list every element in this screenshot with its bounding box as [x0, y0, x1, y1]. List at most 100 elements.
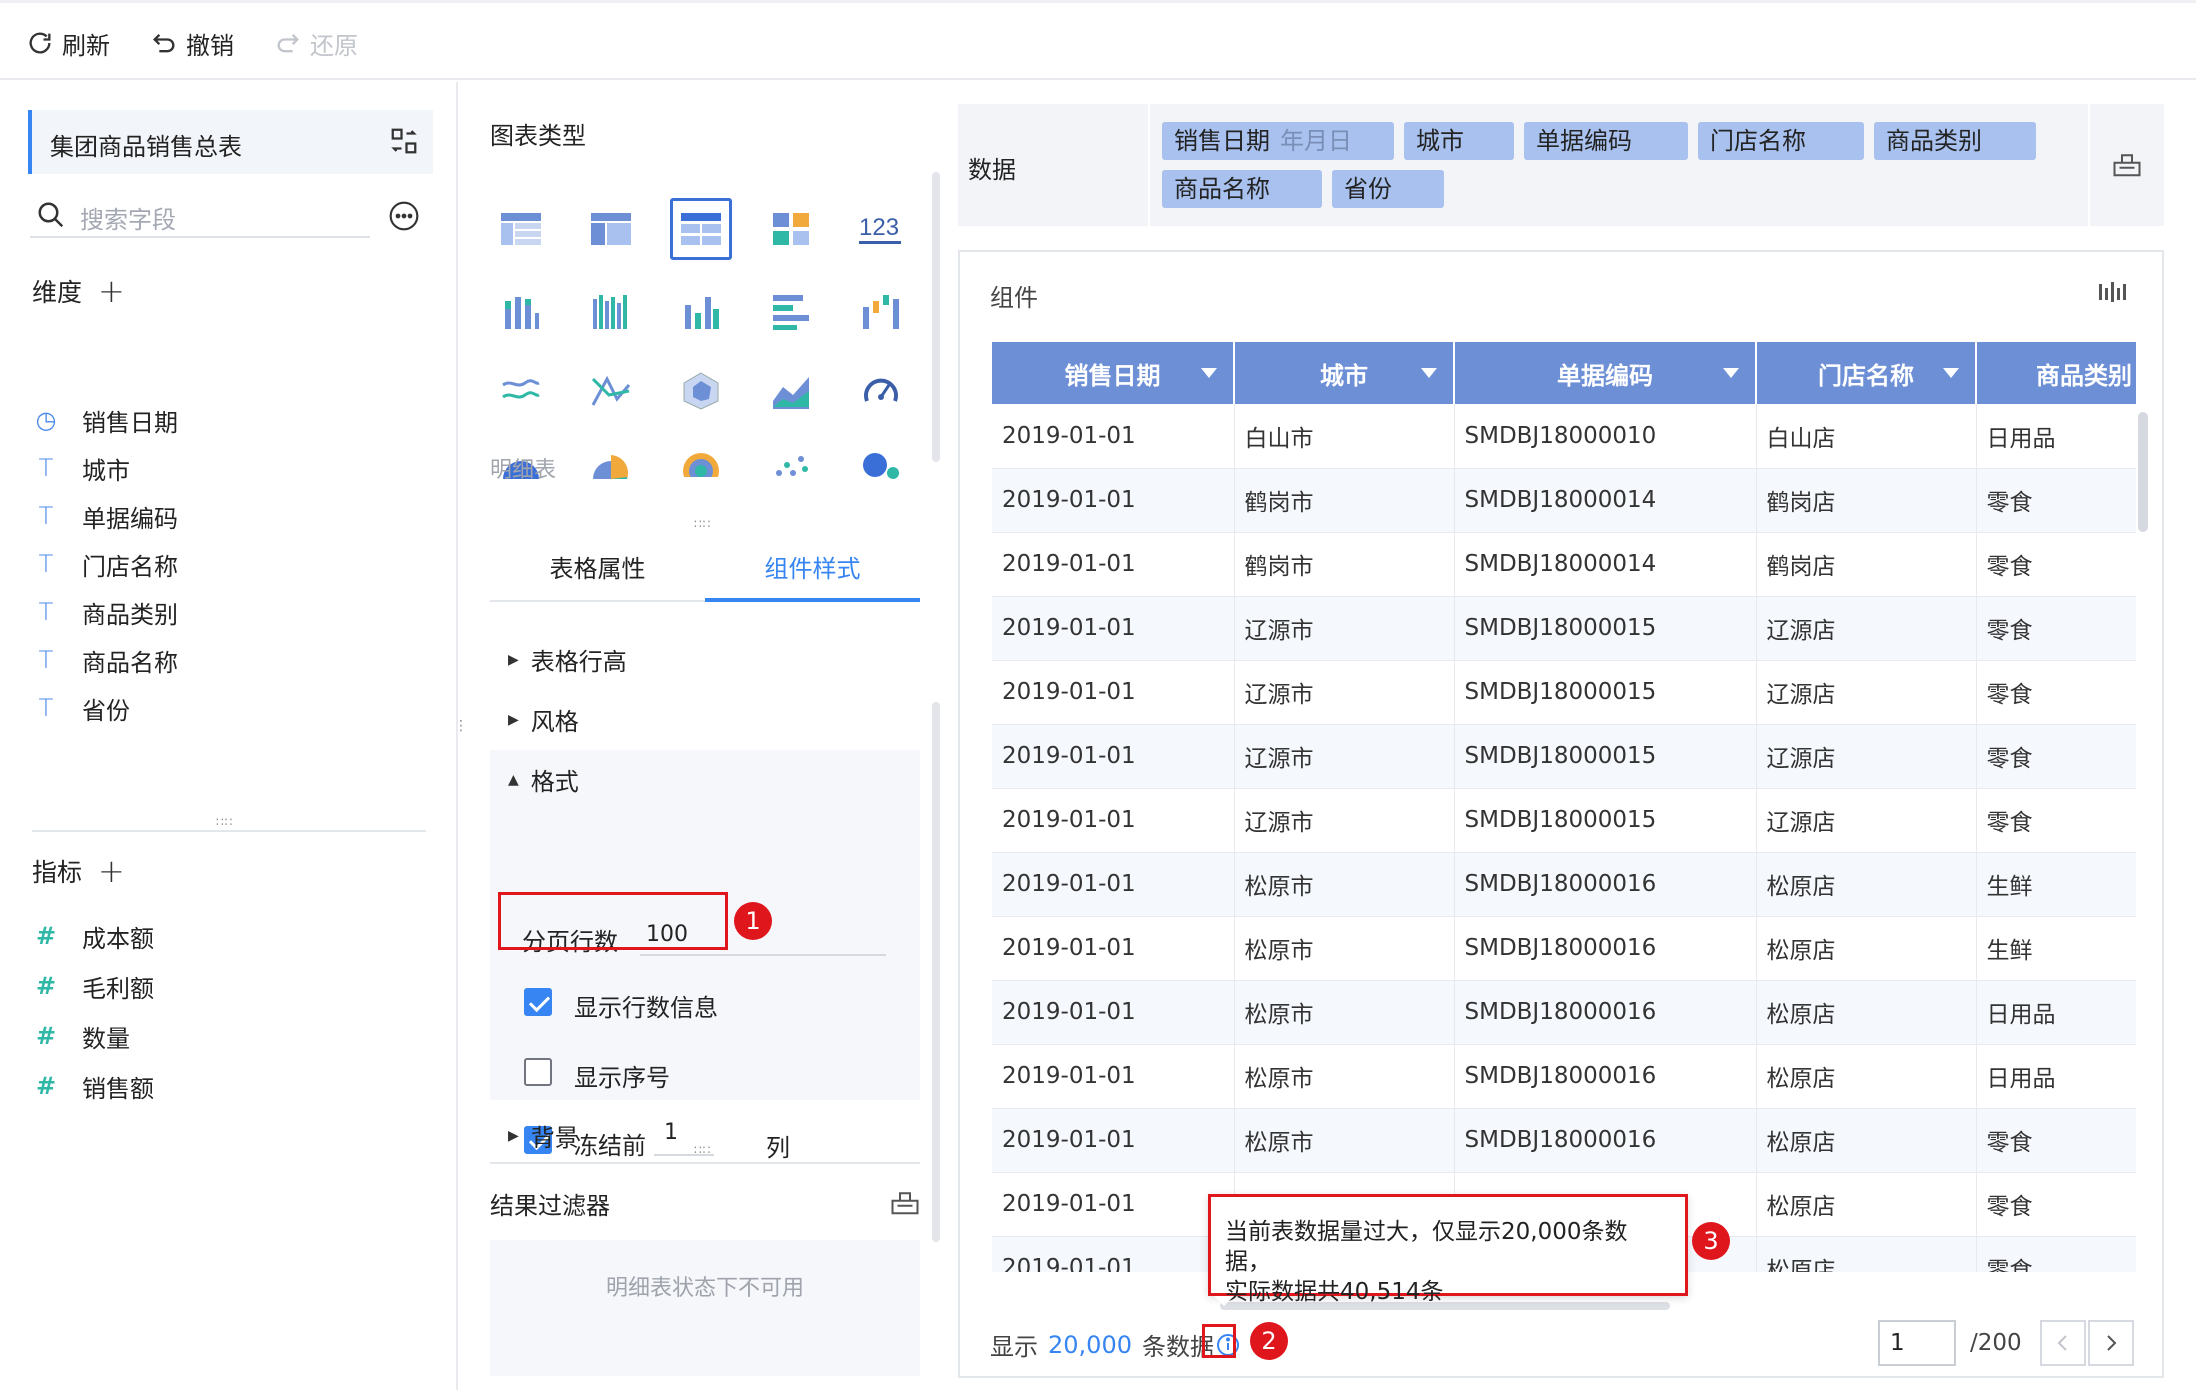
- measure-title: 指标: [32, 858, 83, 887]
- tab-table-properties[interactable]: 表格属性: [490, 540, 705, 602]
- sort-dropdown-icon[interactable]: [1723, 368, 1739, 378]
- section-background[interactable]: ▶ 背景: [508, 1118, 579, 1153]
- rose-chart-icon[interactable]: [580, 434, 642, 496]
- column-header[interactable]: 商品类别: [1976, 342, 2136, 404]
- show-serial-checkbox[interactable]: [524, 1058, 552, 1086]
- dimension-field[interactable]: T 省份: [32, 688, 130, 728]
- search-input[interactable]: 搜索字段: [80, 200, 176, 235]
- scatter-icon[interactable]: [760, 434, 822, 496]
- data-pill-granularity[interactable]: 年月日: [1280, 127, 1352, 155]
- table-cell: 松原店: [1756, 916, 1977, 981]
- table-row[interactable]: 2019-01-01 松原市 SMDBJ18000016 松原店 生鲜: [992, 916, 2136, 981]
- dimension-field[interactable]: T 商品名称: [32, 640, 178, 680]
- multi-bar-icon[interactable]: [580, 280, 642, 342]
- page-number-input[interactable]: 1: [1878, 1320, 1956, 1366]
- next-page-button[interactable]: [2088, 1320, 2134, 1366]
- measure-field[interactable]: # 销售额: [32, 1066, 154, 1106]
- polyline-icon[interactable]: [580, 360, 642, 422]
- table-cell: 松原市: [1234, 980, 1455, 1045]
- column-header[interactable]: 城市: [1234, 342, 1455, 404]
- dimension-field[interactable]: T 门店名称: [32, 544, 178, 584]
- chart-settings-icon[interactable]: [2098, 280, 2128, 304]
- filter-splitter-grip[interactable]: ∷∷: [694, 1144, 711, 1156]
- table-row[interactable]: 2019-01-01 辽源市 SMDBJ18000015 辽源店 零食: [992, 724, 2136, 789]
- data-pill[interactable]: 省份: [1332, 170, 1444, 208]
- tab-component-style[interactable]: 组件样式: [705, 540, 920, 602]
- table-row[interactable]: 2019-01-01 白山市 SMDBJ18000010 白山店 日用品: [992, 404, 2136, 469]
- table-row[interactable]: 2019-01-01 松原市 SMDBJ18000016 松原店 零食: [992, 1108, 2136, 1173]
- area-chart-icon[interactable]: [760, 360, 822, 422]
- data-pill[interactable]: 商品名称: [1162, 170, 1322, 208]
- data-pill[interactable]: 销售日期 年月日: [1162, 122, 1394, 160]
- table-row[interactable]: 2019-01-01 辽源市 SMDBJ18000015 辽源店 零食: [992, 660, 2136, 725]
- show-row-count-checkbox[interactable]: [524, 988, 552, 1016]
- annotation-badge-3: 3: [1692, 1222, 1730, 1260]
- column-header[interactable]: 销售日期: [992, 342, 1235, 404]
- prev-page-button[interactable]: [2040, 1320, 2086, 1366]
- waterfall-icon[interactable]: [850, 280, 912, 342]
- filter-icon[interactable]: [2112, 150, 2142, 178]
- sunburst-icon[interactable]: [670, 434, 732, 496]
- add-measure-button[interactable]: +: [98, 852, 125, 890]
- add-dimension-button[interactable]: +: [98, 272, 125, 310]
- show-row-count-label[interactable]: 显示行数信息: [574, 988, 718, 1023]
- sort-dropdown-icon[interactable]: [1421, 368, 1437, 378]
- cross-table-icon[interactable]: [490, 198, 552, 260]
- section-style[interactable]: ▶ 风格: [508, 702, 579, 737]
- chevron-right-icon: [2107, 1335, 2117, 1351]
- stacked-bar-icon[interactable]: [490, 280, 552, 342]
- more-options-icon[interactable]: [388, 200, 420, 232]
- horizontal-bar-icon[interactable]: [760, 280, 822, 342]
- section-row-height[interactable]: ▶ 表格行高: [508, 642, 627, 677]
- panel-splitter[interactable]: [32, 830, 426, 832]
- dimension-field[interactable]: T 单据编码: [32, 496, 178, 536]
- dimension-field[interactable]: ◷ 销售日期: [32, 400, 178, 440]
- bar-chart-icon[interactable]: [670, 280, 732, 342]
- refresh-button[interactable]: 刷新: [26, 25, 110, 61]
- filter-icon[interactable]: [890, 1188, 920, 1216]
- field-search[interactable]: 搜索字段: [30, 192, 370, 238]
- data-pill[interactable]: 单据编码: [1524, 122, 1688, 160]
- data-pill-label: 商品类别: [1886, 127, 1982, 155]
- table-row[interactable]: 2019-01-01 鹤岗市 SMDBJ18000014 鹤岗店 零食: [992, 468, 2136, 533]
- group-table-icon[interactable]: [580, 198, 642, 260]
- dashboard-icon[interactable]: [760, 198, 822, 260]
- table-cell: 辽源店: [1756, 724, 1977, 789]
- column-header[interactable]: 门店名称: [1756, 342, 1977, 404]
- splitter-grip[interactable]: ∷∷: [216, 816, 233, 828]
- table-row[interactable]: 2019-01-01 松原市 SMDBJ18000016 松原店 日用品: [992, 980, 2136, 1045]
- dimension-field[interactable]: T 商品类别: [32, 592, 178, 632]
- bubble-icon[interactable]: [850, 434, 912, 496]
- dataset-selector[interactable]: 集团商品销售总表: [28, 110, 433, 174]
- table-row[interactable]: 2019-01-01 松原市 SMDBJ18000016 松原店 生鲜: [992, 852, 2136, 917]
- radar-icon[interactable]: [670, 360, 732, 422]
- section-format[interactable]: ▲ 格式: [508, 762, 579, 797]
- data-pill[interactable]: 商品类别: [1874, 122, 2036, 160]
- detail-table-icon[interactable]: [670, 198, 732, 260]
- show-serial-label[interactable]: 显示序号: [574, 1058, 670, 1093]
- table-row[interactable]: 2019-01-01 辽源市 SMDBJ18000015 辽源店 零食: [992, 596, 2136, 661]
- table-cell: 零食: [1976, 532, 2136, 597]
- switch-dataset-icon[interactable]: [389, 126, 419, 156]
- gauge-icon[interactable]: [850, 360, 912, 422]
- table-vertical-scrollbar[interactable]: [2138, 412, 2148, 532]
- style-scrollbar[interactable]: [932, 702, 940, 1242]
- data-pill[interactable]: 城市: [1404, 122, 1514, 160]
- chart-type-splitter-grip[interactable]: ∷∷: [694, 518, 711, 530]
- redo-button[interactable]: 还原: [274, 25, 358, 61]
- kpi-number-icon[interactable]: 123: [850, 198, 912, 260]
- measure-field[interactable]: # 数量: [32, 1016, 130, 1056]
- table-row[interactable]: 2019-01-01 辽源市 SMDBJ18000015 辽源店 零食: [992, 788, 2136, 853]
- undo-button[interactable]: 撤销: [150, 25, 234, 61]
- table-row[interactable]: 2019-01-01 鹤岗市 SMDBJ18000014 鹤岗店 零食: [992, 532, 2136, 597]
- data-pill[interactable]: 门店名称: [1698, 122, 1864, 160]
- chart-type-scrollbar[interactable]: [932, 172, 940, 462]
- sort-dropdown-icon[interactable]: [1943, 368, 1959, 378]
- sort-dropdown-icon[interactable]: [1201, 368, 1217, 378]
- column-header[interactable]: 单据编码: [1454, 342, 1757, 404]
- measure-field[interactable]: # 成本额: [32, 916, 154, 956]
- table-row[interactable]: 2019-01-01 松原市 SMDBJ18000016 松原店 日用品: [992, 1044, 2136, 1109]
- measure-field[interactable]: # 毛利额: [32, 966, 154, 1006]
- dimension-field[interactable]: T 城市: [32, 448, 130, 488]
- line-chart-icon[interactable]: [490, 360, 552, 422]
